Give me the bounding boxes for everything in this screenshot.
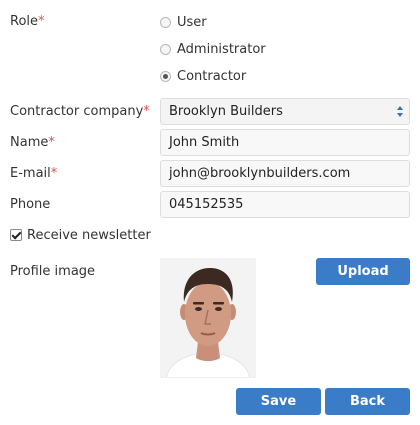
required-asterisk: * (50, 166, 58, 181)
required-asterisk: * (38, 14, 45, 29)
role-label-text: Role (10, 14, 39, 29)
company-select-value: Brooklyn Builders (169, 104, 283, 119)
required-asterisk: * (48, 135, 55, 150)
email-input[interactable]: john@brooklynbuilders.com (160, 160, 410, 187)
phone-input[interactable]: 045152535 (160, 191, 410, 218)
role-option-user-label: User (177, 14, 207, 30)
role-option-administrator[interactable]: Administrator (160, 41, 266, 57)
profile-photo (160, 258, 256, 378)
email-label-text: E-mail (10, 166, 51, 181)
profile-image-label: Profile image (10, 264, 96, 279)
email-label: E-mail* (10, 166, 57, 182)
role-label: Role* (10, 14, 45, 30)
company-label-text: Contractor company (10, 104, 144, 119)
phone-label: Phone (10, 197, 50, 213)
role-option-administrator-label: Administrator (177, 41, 266, 57)
newsletter-label[interactable]: Receive newsletter (27, 228, 151, 244)
back-button[interactable]: Back (325, 388, 410, 415)
radio-administrator[interactable] (160, 43, 171, 55)
name-label: Name* (10, 135, 55, 151)
name-label-text: Name (10, 135, 49, 150)
radio-contractor[interactable] (160, 70, 171, 82)
name-input-value: John Smith (169, 135, 240, 150)
role-option-user[interactable]: User (160, 14, 207, 30)
required-asterisk: * (143, 104, 150, 119)
newsletter-checkbox[interactable] (10, 229, 22, 241)
role-option-contractor-label: Contractor (177, 68, 247, 84)
upload-image-button[interactable]: Upload image (316, 258, 410, 306)
profile-photo-graphic (160, 258, 256, 378)
phone-input-value: 045152535 (169, 197, 244, 212)
phone-label-text: Phone (10, 197, 51, 212)
name-input[interactable]: John Smith (160, 129, 410, 156)
company-select[interactable]: Brooklyn Builders (160, 98, 410, 125)
email-input-value: john@brooklynbuilders.com (169, 166, 351, 181)
radio-user[interactable] (160, 16, 171, 28)
company-label: Contractor company* (10, 104, 150, 120)
select-arrows-icon (397, 106, 403, 117)
save-button[interactable]: Save (236, 388, 321, 415)
role-option-contractor[interactable]: Contractor (160, 68, 246, 84)
